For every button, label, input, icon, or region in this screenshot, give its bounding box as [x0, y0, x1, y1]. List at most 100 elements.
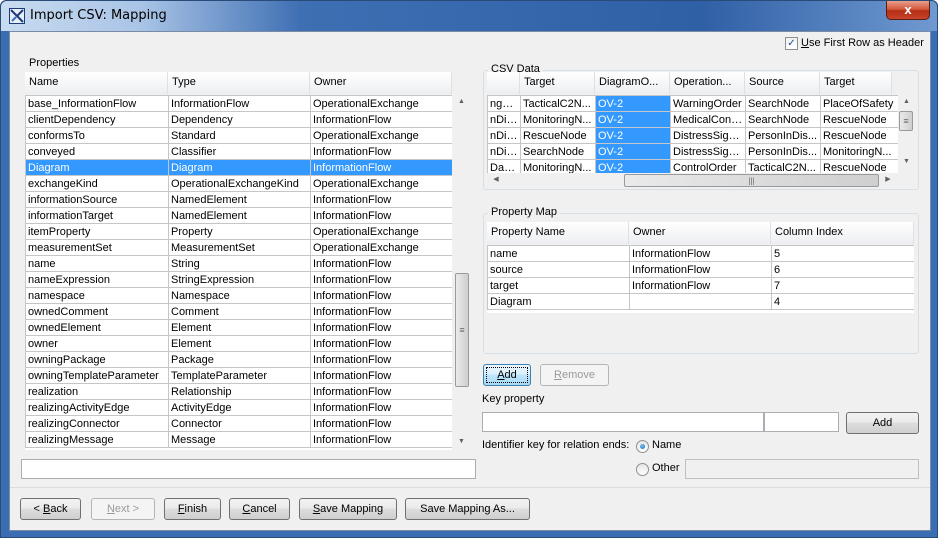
property-cell[interactable]: base_InformationFlow	[25, 95, 169, 112]
property-map-row[interactable]: name InformationFlow 5	[487, 245, 914, 262]
csv-cell[interactable]: PersonInDis...	[745, 143, 821, 160]
save-mapping-button[interactable]: Save Mapping	[299, 498, 397, 520]
property-row[interactable]: ownedElement Element InformationFlow	[25, 319, 452, 336]
scroll-thumb[interactable]: |||	[624, 174, 879, 187]
key-property-add-button[interactable]: Add	[846, 412, 919, 434]
property-cell[interactable]: InformationFlow	[310, 287, 452, 304]
csv-cell[interactable]: SearchNode	[745, 111, 821, 128]
property-cell[interactable]: nameExpression	[25, 271, 169, 288]
property-row[interactable]: Diagram Diagram InformationFlow	[25, 159, 452, 176]
csv-column-header[interactable]: Operation...	[670, 72, 745, 94]
csv-cell[interactable]: DayS...	[487, 159, 521, 173]
column-header-type[interactable]: Type	[168, 72, 310, 94]
key-property-secondary-input[interactable]	[764, 412, 839, 432]
column-header-name[interactable]: Name	[25, 72, 168, 94]
csv-column-header[interactable]: Source	[745, 72, 820, 94]
property-cell[interactable]: InformationFlow	[310, 399, 452, 416]
other-key-input[interactable]	[685, 459, 919, 479]
property-cell[interactable]: InformationFlow	[310, 111, 452, 128]
csv-cell[interactable]: SearchNode	[745, 95, 821, 112]
property-row[interactable]: realizingActivityEdge ActivityEdge Informa…	[25, 399, 452, 416]
property-map-cell[interactable]: 4	[771, 293, 914, 310]
csv-cell[interactable]: TacticalC2N...	[520, 95, 596, 112]
property-row[interactable]: informationSource NamedElement Information…	[25, 191, 452, 208]
use-first-row-label[interactable]: Use First Row as Header	[801, 37, 924, 49]
csv-horizontal-scrollbar[interactable]: ◀ ||| ▶	[487, 173, 898, 188]
csv-row[interactable]: DayS...MonitoringN...OV-2ControlOrderTac…	[487, 159, 898, 173]
csv-cell[interactable]: OV-2	[595, 159, 671, 173]
property-cell[interactable]: Comment	[168, 303, 311, 320]
property-cell[interactable]: ownedElement	[25, 319, 169, 336]
property-cell[interactable]: realization	[25, 383, 169, 400]
property-cell[interactable]: InformationFlow	[310, 431, 452, 448]
csv-column-header[interactable]: DiagramO...	[595, 72, 670, 94]
csv-cell[interactable]: MedicalCond...	[670, 111, 746, 128]
property-map-row[interactable]: target InformationFlow 7	[487, 277, 914, 294]
property-cell[interactable]: ownedComment	[25, 303, 169, 320]
csv-cell[interactable]: PersonInDis...	[745, 127, 821, 144]
property-cell[interactable]: namespace	[25, 287, 169, 304]
property-cell[interactable]: OperationalExchange	[310, 175, 452, 192]
property-cell[interactable]: InformationFlow	[310, 255, 452, 272]
scroll-up-arrow-icon[interactable]: ▲	[453, 98, 470, 105]
property-cell[interactable]: name	[25, 255, 169, 272]
property-map-cell[interactable]: target	[487, 277, 630, 294]
csv-cell[interactable]: OV-2	[595, 143, 671, 160]
property-map-cell[interactable]: 7	[771, 277, 914, 294]
property-map-cell[interactable]	[629, 293, 772, 310]
csv-cell[interactable]: RescueNode	[820, 111, 898, 128]
property-row[interactable]: clientDependency Dependency InformationFlo…	[25, 111, 452, 128]
property-cell[interactable]: OperationalExchangeKind	[168, 175, 311, 192]
csv-column-header[interactable]: Target	[820, 72, 892, 94]
property-cell[interactable]: exchangeKind	[25, 175, 169, 192]
property-row[interactable]: owner Element InformationFlow	[25, 335, 452, 352]
property-cell[interactable]: InformationFlow	[310, 335, 452, 352]
property-cell[interactable]: realizingConnector	[25, 415, 169, 432]
property-row[interactable]: measurementSet MeasurementSet OperationalE…	[25, 239, 452, 256]
property-cell[interactable]: realizingActivityEdge	[25, 399, 169, 416]
property-map-cell[interactable]: name	[487, 245, 630, 262]
save-mapping-as-button[interactable]: Save Mapping As...	[405, 498, 530, 520]
property-map-cell[interactable]: InformationFlow	[629, 245, 772, 262]
back-button[interactable]: < Back	[20, 498, 81, 520]
property-row[interactable]: realizingMessage Message InformationFlow	[25, 431, 452, 448]
property-cell[interactable]: OperationalExchange	[310, 127, 452, 144]
csv-row[interactable]: nDis... MonitoringN... OV-2 MedicalCond... S…	[487, 111, 898, 128]
property-cell[interactable]: clientDependency	[25, 111, 169, 128]
property-map-cell[interactable]: 5	[771, 245, 914, 262]
csv-cell[interactable]: OV-2	[595, 111, 671, 128]
property-cell[interactable]: InformationFlow	[310, 303, 452, 320]
property-cell[interactable]: owner	[25, 335, 169, 352]
scroll-thumb[interactable]: ≡	[899, 111, 913, 131]
property-row[interactable]: nameExpression StringExpression Informatio…	[25, 271, 452, 288]
property-row[interactable]: informationTarget NamedElement Information…	[25, 207, 452, 224]
column-header-property-name[interactable]: Property Name	[487, 222, 629, 244]
csv-cell[interactable]: RescueNode	[520, 127, 596, 144]
add-mapping-button[interactable]: Add	[483, 364, 531, 386]
property-cell[interactable]: measurementSet	[25, 239, 169, 256]
remove-mapping-button[interactable]: Remove	[540, 364, 609, 386]
property-cell[interactable]: InformationFlow	[310, 383, 452, 400]
csv-cell[interactable]: DistressSignal	[670, 127, 746, 144]
property-cell[interactable]: owningPackage	[25, 351, 169, 368]
csv-cell[interactable]: OV-2	[595, 95, 671, 112]
property-row[interactable]: owningTemplateParameter TemplateParameter…	[25, 367, 452, 384]
property-cell[interactable]: informationTarget	[25, 207, 169, 224]
column-header-owner[interactable]: Owner	[629, 222, 771, 244]
csv-row[interactable]: ngN... TacticalC2N... OV-2 WarningOrder Sear…	[487, 95, 898, 112]
property-cell[interactable]: InformationFlow	[310, 319, 452, 336]
property-row[interactable]: conveyed Classifier InformationFlow	[25, 143, 452, 160]
property-row[interactable]: owningPackage Package InformationFlow	[25, 351, 452, 368]
csv-cell[interactable]: WarningOrder	[670, 95, 746, 112]
property-map-cell[interactable]: 6	[771, 261, 914, 278]
column-header-column-index[interactable]: Column Index	[771, 222, 914, 244]
property-cell[interactable]: itemProperty	[25, 223, 169, 240]
property-cell[interactable]: owningTemplateParameter	[25, 367, 169, 384]
property-cell[interactable]: Relationship	[168, 383, 311, 400]
scroll-thumb[interactable]: ≡	[455, 273, 469, 387]
property-cell[interactable]: OperationalExchange	[310, 223, 452, 240]
csv-column-header[interactable]	[487, 72, 520, 94]
csv-cell[interactable]: TacticalC2N...	[745, 159, 821, 173]
use-first-row-checkbox[interactable]: ✓	[785, 37, 798, 50]
property-row[interactable]: ownedComment Comment InformationFlow	[25, 303, 452, 320]
